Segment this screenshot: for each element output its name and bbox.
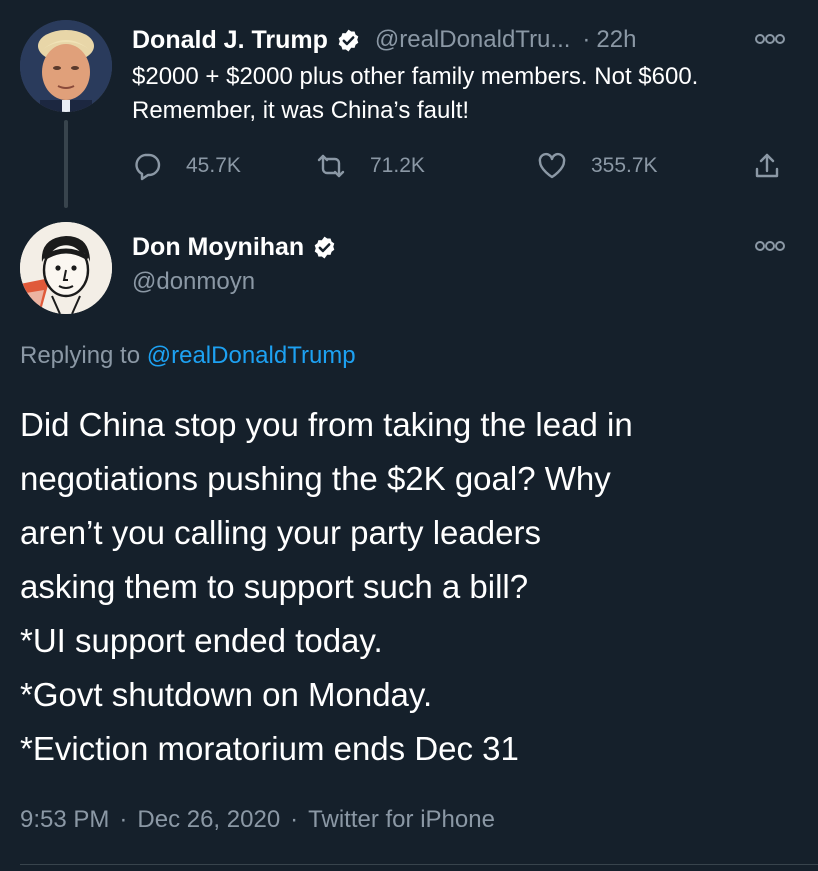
parent-author-handle[interactable]: @realDonaldTru... (375, 26, 571, 54)
more-options-icon[interactable] (754, 239, 786, 253)
tweet-text: Did China stop you from taking the lead … (20, 398, 800, 776)
tweet-text-line: Did China stop you from taking the lead … (20, 406, 633, 443)
retweet-icon (316, 151, 346, 181)
author-avatar[interactable] (20, 222, 112, 314)
author-name[interactable]: Don Moynihan (132, 233, 304, 262)
tweet-text-line: aren’t you calling your party leaders (20, 514, 541, 551)
author-row: Don Moynihan (132, 229, 337, 265)
tweet-date[interactable]: Dec 26, 2020 (137, 806, 280, 833)
author-handle[interactable]: @donmoyn (132, 268, 255, 296)
replying-prefix: Replying to (20, 342, 147, 369)
tweet-time[interactable]: 9:53 PM (20, 806, 109, 833)
reply-icon (132, 151, 162, 181)
avatar-photo-icon (20, 20, 112, 112)
thread-connector-line (64, 120, 68, 208)
tweet-text-line: *Eviction moratorium ends Dec 31 (20, 730, 519, 767)
reply-count: 45.7K (186, 154, 241, 177)
tweet-text-line: *Govt shutdown on Monday. (20, 676, 433, 713)
like-count: 355.7K (591, 154, 658, 177)
heart-icon (537, 151, 567, 181)
verified-badge-icon (312, 235, 337, 260)
retweet-button[interactable]: 71.2K (316, 151, 425, 181)
tweet-source[interactable]: Twitter for iPhone (308, 806, 495, 833)
reply-button[interactable]: 45.7K (132, 151, 241, 181)
avatar-illustration-icon (20, 222, 112, 314)
share-icon (752, 151, 782, 181)
replying-to-label: Replying to @realDonaldTrump (20, 342, 356, 370)
more-options-icon[interactable] (754, 32, 786, 46)
parent-tweet-time[interactable]: 22h (596, 26, 636, 54)
replying-to-mention[interactable]: @realDonaldTrump (147, 342, 356, 369)
share-button[interactable] (752, 151, 806, 181)
verified-badge-icon (336, 28, 361, 53)
retweet-count: 71.2K (370, 154, 425, 177)
separator-dot: · (119, 806, 128, 833)
parent-tweet-text: $2000 + $2000 plus other family members.… (132, 63, 699, 124)
separator-dot: · (582, 26, 591, 53)
parent-author-row: Donald J. Trump @realDonaldTru... · 22h (132, 22, 636, 58)
parent-author-name[interactable]: Donald J. Trump (132, 26, 328, 55)
divider (20, 864, 818, 865)
parent-author-avatar[interactable] (20, 20, 112, 112)
separator-dot: · (290, 806, 299, 833)
tweet-text-line: asking them to support such a bill? (20, 568, 529, 605)
like-button[interactable]: 355.7K (537, 151, 658, 181)
tweet-text-line: *UI support ended today. (20, 622, 383, 659)
tweet-metadata: 9:53 PM · Dec 26, 2020 · Twitter for iPhone (20, 806, 495, 834)
tweet-text-line: negotiations pushing the $2K goal? Why (20, 460, 611, 497)
